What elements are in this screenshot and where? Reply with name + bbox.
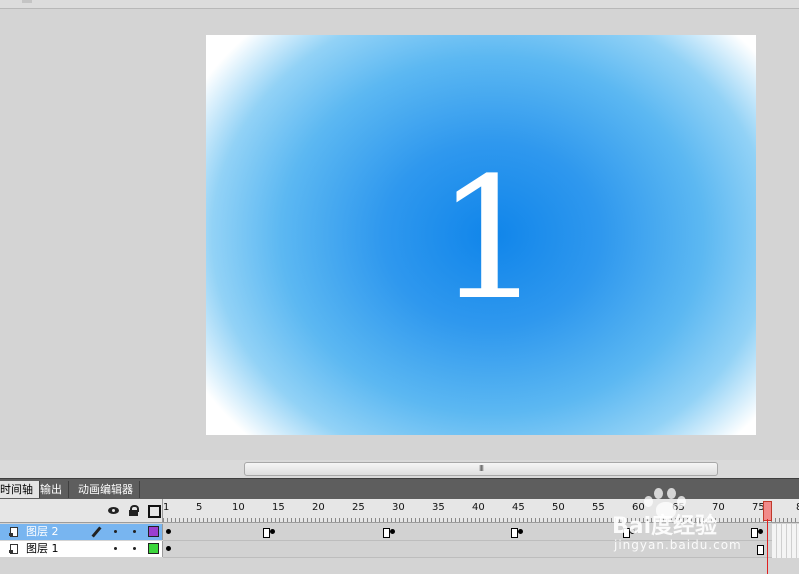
ruler-label: 25	[352, 502, 365, 513]
stage-canvas[interactable]: 1	[206, 35, 756, 435]
eye-icon[interactable]	[108, 505, 119, 516]
ruler-label: 30	[392, 502, 405, 513]
lock-dot[interactable]	[133, 547, 136, 550]
top-toolbar-edge	[0, 0, 799, 9]
span-end-marker[interactable]	[263, 528, 270, 538]
keyframe-dot[interactable]	[518, 529, 523, 534]
ruler-label: 10	[232, 502, 245, 513]
watermark-site: jingyan.baidu.com	[614, 538, 742, 552]
ruler-label: 45	[512, 502, 525, 513]
ruler-label: 50	[552, 502, 565, 513]
scrollbar-thumb[interactable]: III	[244, 462, 718, 476]
layer-label-area[interactable]: 图层 2	[0, 524, 163, 540]
layer-name[interactable]: 图层 2	[26, 525, 59, 539]
toolbar-nub	[22, 0, 32, 3]
watermark: Bai度经验 jingyan.baidu.com	[612, 486, 792, 558]
lock-icon[interactable]	[128, 505, 139, 516]
visibility-dot[interactable]	[114, 530, 117, 533]
layer-icon	[9, 544, 18, 554]
keyframe-dot[interactable]	[390, 529, 395, 534]
keyframe-dot[interactable]	[166, 546, 171, 551]
scrollbar-grip: III	[478, 464, 484, 473]
layer-name[interactable]: 图层 1	[26, 542, 59, 556]
lock-dot[interactable]	[133, 530, 136, 533]
ruler-label: 40	[472, 502, 485, 513]
ruler-label: 20	[312, 502, 325, 513]
horizontal-scrollbar[interactable]: III	[0, 460, 799, 478]
tab-timeline[interactable]: 时间轴	[0, 481, 40, 498]
watermark-logo: Bai度经验	[612, 514, 718, 539]
ruler-label: 1	[163, 502, 170, 513]
ruler-label: 35	[432, 502, 445, 513]
visibility-dot[interactable]	[114, 547, 117, 550]
span-end-marker[interactable]	[383, 528, 390, 538]
ruler-label: 55	[592, 502, 605, 513]
ruler-label: 5	[196, 502, 203, 513]
tab-motion-editor[interactable]: 动画编辑器	[74, 481, 140, 498]
layer-icon	[9, 527, 18, 537]
keyframe-dot[interactable]	[270, 529, 275, 534]
ruler-label: 15	[272, 502, 285, 513]
layer-color-swatch[interactable]	[148, 543, 159, 554]
span-end-marker[interactable]	[511, 528, 518, 538]
layer-header	[0, 499, 163, 522]
pencil-icon	[90, 526, 102, 538]
stage-number-text: 1	[436, 141, 543, 337]
keyframe-dot[interactable]	[166, 529, 171, 534]
tab-output[interactable]: 输出	[36, 481, 69, 498]
outline-icon[interactable]	[148, 505, 161, 518]
layer-label-area[interactable]: 图层 1	[0, 541, 163, 557]
layer-color-swatch[interactable]	[148, 526, 159, 537]
